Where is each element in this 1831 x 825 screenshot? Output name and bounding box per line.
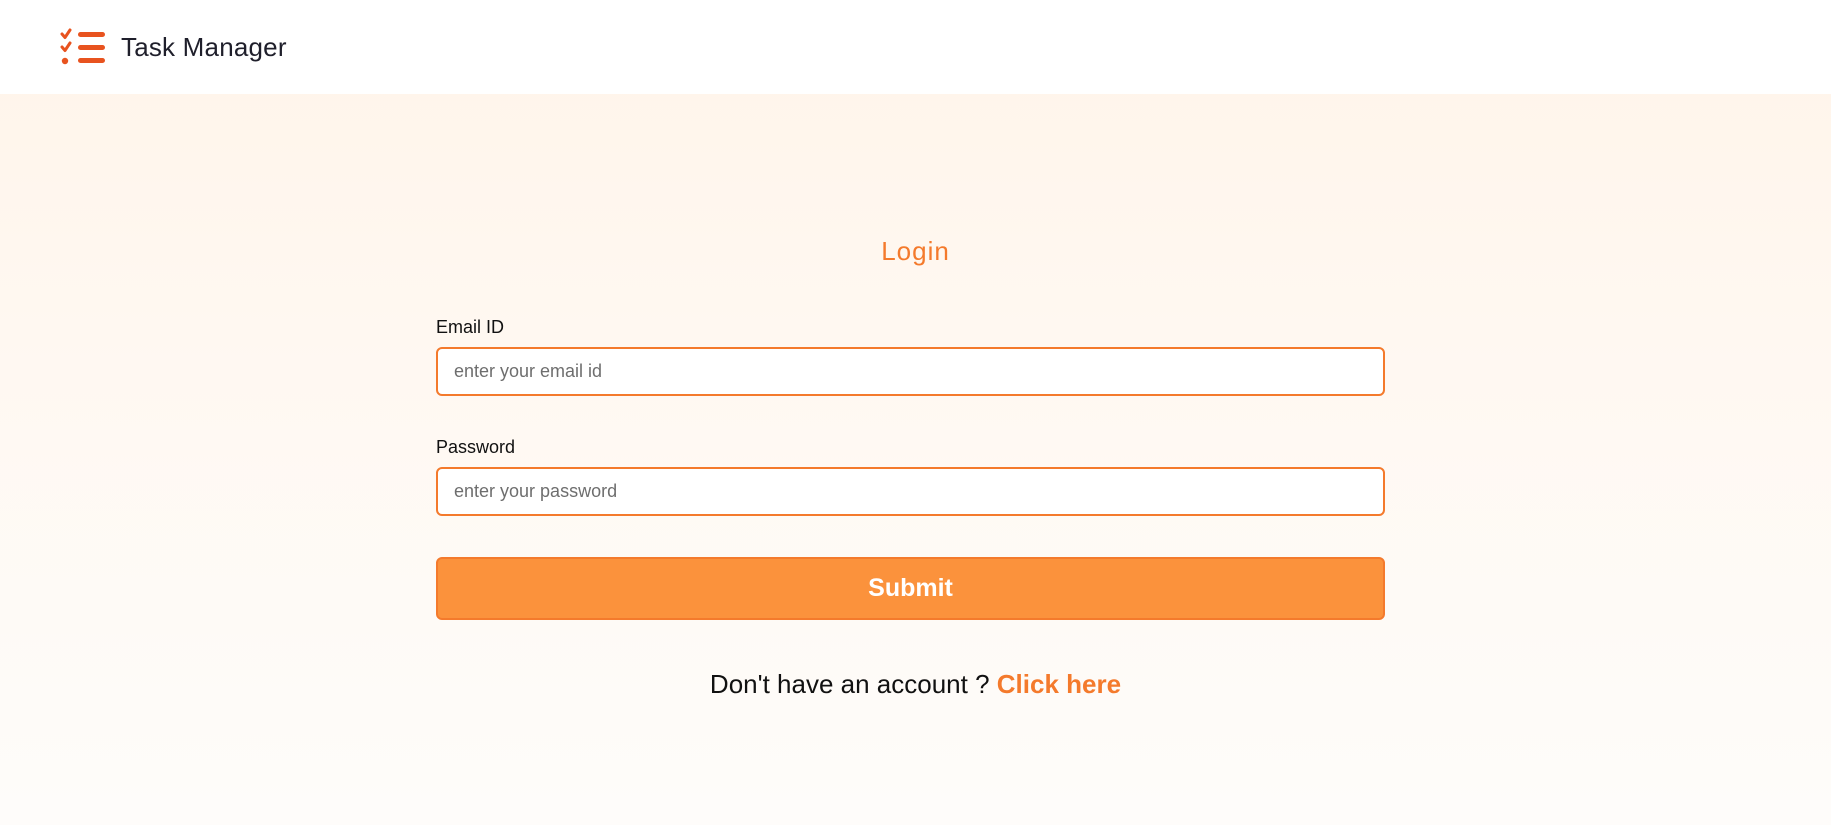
email-label: Email ID: [436, 317, 505, 337]
signup-prompt: Don't have an account ? Click here: [0, 669, 1831, 700]
login-page: Login Email ID Password Submit Don't hav…: [0, 94, 1831, 825]
login-title: Login: [881, 236, 950, 266]
login-form: Email ID Password Submit: [436, 316, 1385, 620]
top-navbar: Task Manager: [0, 0, 1831, 94]
app-title: Task Manager: [121, 31, 287, 62]
email-input[interactable]: [436, 347, 1385, 396]
brand[interactable]: Task Manager: [60, 28, 287, 66]
password-input[interactable]: [436, 467, 1385, 516]
signup-prompt-text: Don't have an account ?: [709, 669, 990, 699]
submit-button[interactable]: Submit: [436, 557, 1385, 620]
password-label: Password: [436, 437, 516, 457]
checklist-icon: [60, 28, 105, 65]
field-spacer: [436, 396, 1385, 436]
signup-link[interactable]: Click here: [997, 669, 1121, 699]
